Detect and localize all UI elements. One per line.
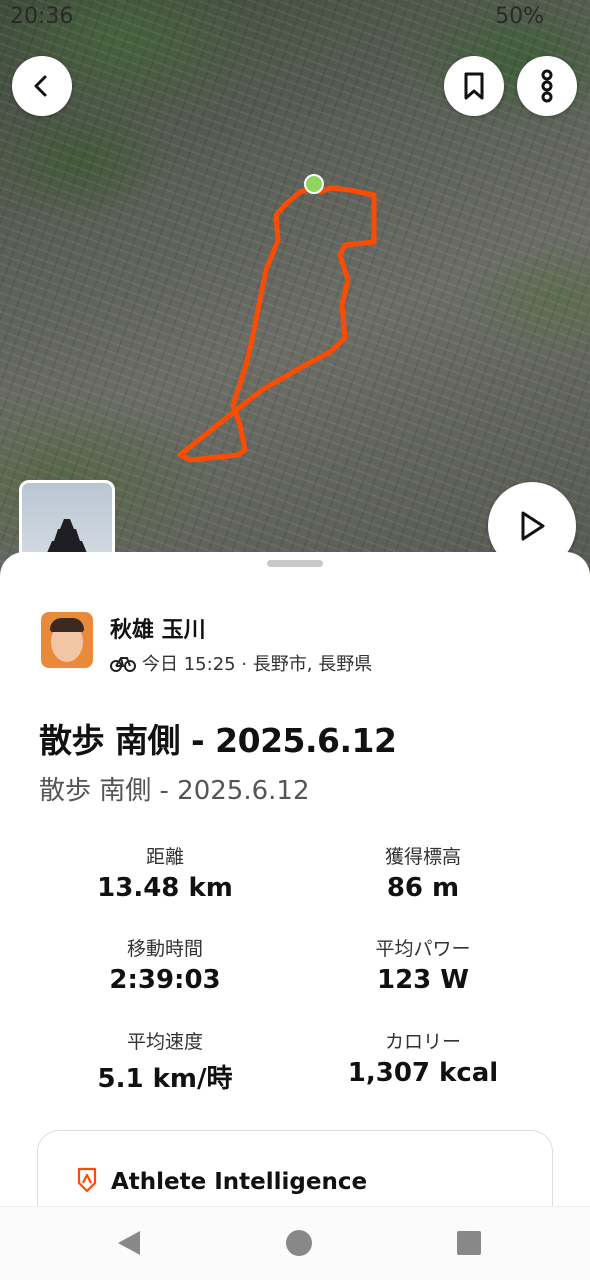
back-button[interactable] [12, 56, 72, 116]
more-options-button[interactable] [517, 56, 577, 116]
stat-calories: カロリー 1,307 kcal [293, 1027, 553, 1088]
activity-title: 散歩 南側 - 2025.6.12 [39, 721, 397, 760]
stat-value: 2:39:03 [109, 965, 221, 995]
avatar[interactable] [41, 612, 93, 668]
bookmark-button[interactable] [444, 56, 504, 116]
stat-value: 123 W [376, 965, 469, 995]
start-point [304, 174, 324, 194]
stat-label: 平均パワー [375, 938, 471, 960]
stat-elevation-gain: 獲得標高 86 m [293, 842, 553, 903]
more-icon [541, 69, 553, 103]
avatar-hair [50, 618, 84, 632]
stat-value: 1,307 kcal [347, 1058, 499, 1088]
activity-description: 散歩 南側 - 2025.6.12 [39, 776, 310, 806]
back-icon [34, 75, 47, 97]
activity-meta-text: 今日 15:25 · 長野市, 長野県 [142, 654, 373, 675]
stat-moving-time: 移動時間 2:39:03 [35, 934, 295, 995]
bookmark-icon [464, 72, 484, 100]
stat-label: カロリー [384, 1031, 461, 1053]
nav-recents-icon[interactable] [456, 1230, 482, 1256]
athlete-intelligence-title: Athlete Intelligence [111, 1169, 368, 1195]
route-line [177, 185, 377, 463]
stat-value: 5.1 km/時 [97, 1064, 233, 1094]
athlete-name[interactable]: 秋雄 玉川 [110, 612, 206, 644]
status-battery: 50% [495, 4, 544, 29]
bike-icon [110, 657, 136, 672]
stat-label: 距離 [145, 846, 184, 868]
stat-label: 平均速度 [126, 1031, 203, 1053]
stat-average-power: 平均パワー 123 W [293, 934, 553, 995]
stat-distance: 距離 13.48 km [35, 842, 295, 903]
sheet-drag-handle[interactable] [267, 560, 323, 567]
stat-label: 獲得標高 [384, 846, 461, 868]
stat-label: 移動時間 [126, 938, 203, 960]
athlete-intelligence-icon [77, 1167, 97, 1193]
activity-sheet: 秋雄 玉川 今日 15:25 · 長野市, 長野県 散歩 南側 - 2025.6… [0, 552, 590, 1252]
stat-average-speed: 平均速度 5.1 km/時 [35, 1027, 295, 1095]
status-bar: 20:36 50% [0, 0, 590, 36]
nav-back-icon[interactable] [116, 1229, 142, 1257]
activity-meta: 今日 15:25 · 長野市, 長野県 [110, 650, 372, 676]
stat-value: 86 m [386, 873, 460, 903]
stat-value: 13.48 km [97, 873, 233, 903]
system-nav-bar [0, 1206, 590, 1280]
status-time: 20:36 [10, 4, 74, 29]
nav-home-icon[interactable] [285, 1229, 313, 1257]
play-icon [521, 511, 545, 541]
